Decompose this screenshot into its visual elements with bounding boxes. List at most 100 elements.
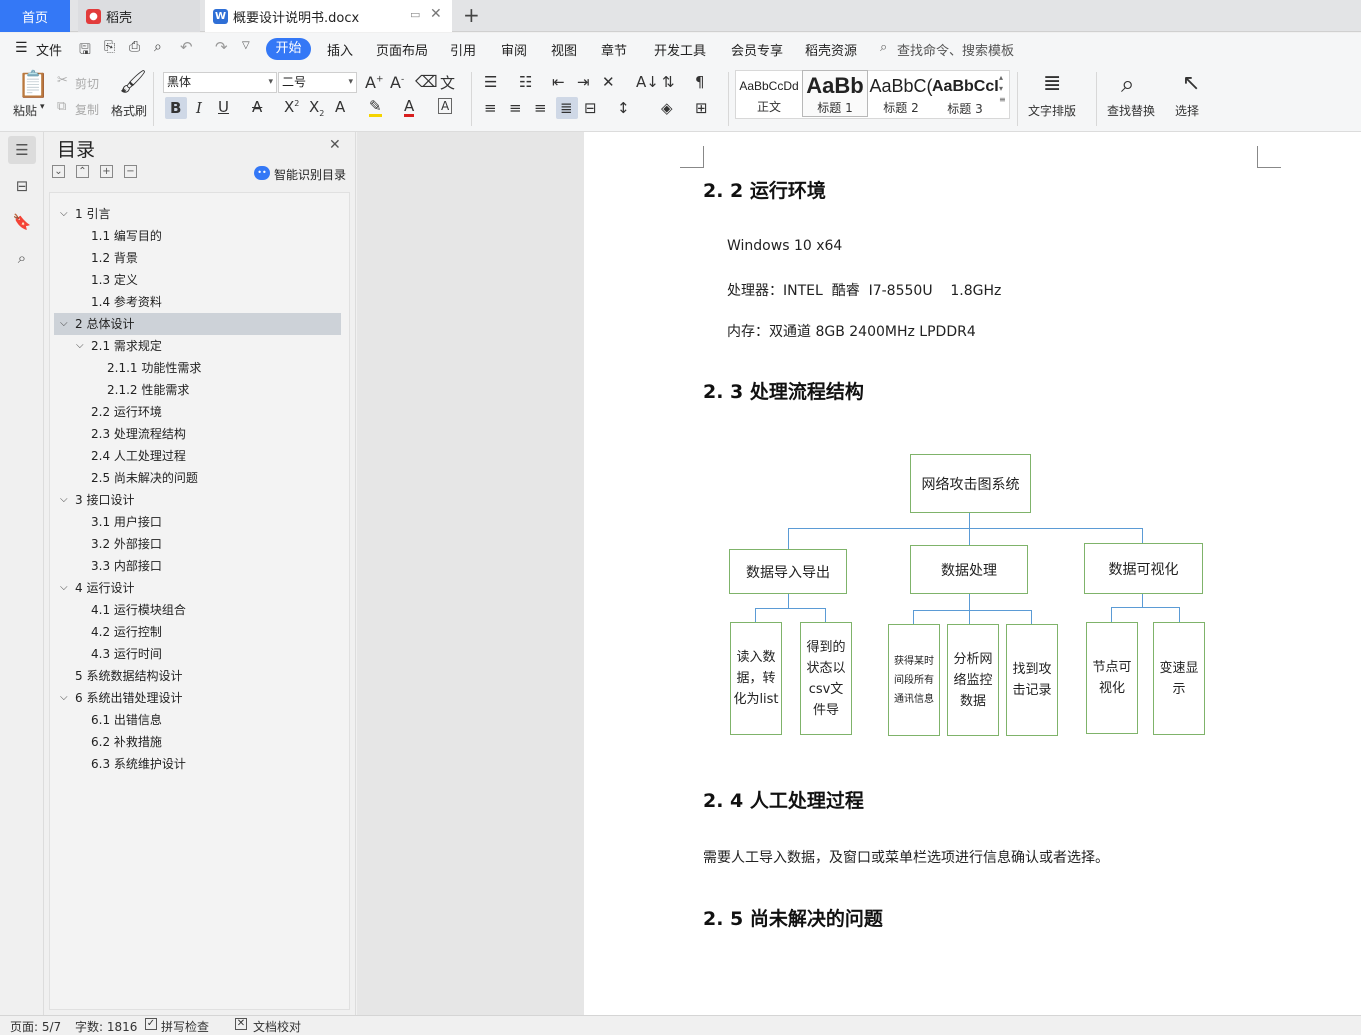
print-preview-icon[interactable]: ⌕	[154, 39, 162, 55]
chevron-down-icon[interactable]: ⌵	[60, 489, 68, 511]
superscript-icon[interactable]: X2	[284, 98, 299, 116]
print-icon[interactable]: ⎙	[129, 39, 140, 55]
style-heading-3[interactable]: AaBbCcI 标题 3	[932, 70, 998, 117]
smart-toc-button[interactable]: 智能识别目录	[274, 166, 346, 183]
style-heading-2[interactable]: AaBbC( 标题 2	[868, 70, 934, 117]
toc-item[interactable]: 2.3 处理流程结构	[54, 423, 341, 445]
toc-item[interactable]: 1.3 定义	[54, 269, 341, 291]
menu-start[interactable]: 开始	[266, 38, 311, 60]
bookmark-icon[interactable]: 🔖	[8, 208, 36, 236]
menu-references[interactable]: 引用	[450, 40, 476, 59]
shrink-font-icon[interactable]: A-	[390, 73, 404, 92]
italic-icon[interactable]: I	[196, 99, 202, 117]
toc-item[interactable]: 2.1.1 功能性需求	[54, 357, 341, 379]
toc-item[interactable]: ⌵ 4 运行设计	[54, 577, 341, 599]
toc-item[interactable]: 1.4 参考资料	[54, 291, 341, 313]
align-left-icon[interactable]: ≡	[484, 99, 497, 117]
toc-item[interactable]: 1.1 编写目的	[54, 225, 341, 247]
export-pdf-icon[interactable]: ⎘	[104, 39, 115, 55]
format-painter-icon[interactable]: 🖌	[119, 70, 147, 95]
align-right-icon[interactable]: ≡	[534, 99, 547, 117]
font-size-combo[interactable]: 二号 ▾	[278, 72, 357, 93]
menu-page-layout[interactable]: 页面布局	[376, 40, 428, 59]
tab-home[interactable]: 首页	[0, 0, 70, 32]
menu-member[interactable]: 会员专享	[731, 40, 783, 59]
toc-item[interactable]: 2.5 尚未解决的问题	[54, 467, 341, 489]
toc-item[interactable]: ⌵ 6 系统出错处理设计	[54, 687, 341, 709]
chevron-down-icon[interactable]: ⌵	[60, 313, 68, 335]
underline-icon[interactable]: U	[218, 98, 229, 116]
menu-file[interactable]: 文件	[36, 40, 62, 59]
toc-item[interactable]: 3.3 内部接口	[54, 555, 341, 577]
page-indicator[interactable]: 页面: 5/7	[10, 1018, 61, 1035]
subscript-icon[interactable]: X2	[309, 98, 324, 118]
toc-item[interactable]: 4.1 运行模块组合	[54, 599, 341, 621]
collapse-all-icon[interactable]: ⌃	[76, 165, 89, 178]
text-layout-button[interactable]: 文字排版	[1028, 102, 1076, 119]
tab-document[interactable]: W 概要设计说明书.docx ▭ ✕	[205, 0, 452, 32]
tab-docer[interactable]: ● 稻壳	[78, 0, 200, 32]
format-painter-button[interactable]: 格式刷	[111, 102, 147, 119]
toc-item[interactable]: ⌵ 1 引言	[54, 203, 341, 225]
menu-insert[interactable]: 插入	[327, 40, 353, 59]
numbering-icon[interactable]: ☷	[519, 73, 532, 91]
text-effect-icon[interactable]: A	[335, 98, 345, 116]
word-count[interactable]: 字数: 1816	[75, 1018, 137, 1035]
line-spacing-icon[interactable]: ↕	[617, 99, 630, 117]
redo-icon[interactable]: ↷	[215, 38, 228, 56]
toc-item[interactable]: 2.4 人工处理过程	[54, 445, 341, 467]
cut-button[interactable]: 剪切	[75, 75, 99, 92]
menu-docer-resources[interactable]: 稻壳资源	[805, 40, 857, 59]
styles-scroll-icon[interactable]: ▴ ▾ ≡	[999, 72, 1006, 105]
select-cursor-icon[interactable]: ↖	[1182, 71, 1200, 96]
grow-font-icon[interactable]: A+	[365, 73, 384, 92]
highlight-icon[interactable]: ✎	[369, 98, 382, 117]
menu-review[interactable]: 审阅	[501, 40, 527, 59]
decrease-indent-icon[interactable]: ⇤	[552, 73, 565, 91]
style-heading-1[interactable]: AaBb 标题 1	[802, 70, 868, 117]
chevron-down-icon[interactable]: ⌵	[60, 687, 68, 709]
toc-item[interactable]: 2.1.2 性能需求	[54, 379, 341, 401]
toc-item[interactable]: 4.3 运行时间	[54, 643, 341, 665]
bullets-icon[interactable]: ☰	[484, 73, 497, 91]
text-direction-icon[interactable]: A↓	[636, 73, 659, 91]
chevron-down-icon[interactable]: ⌵	[76, 335, 84, 357]
new-tab-button[interactable]: +	[463, 3, 480, 27]
find-replace-icon[interactable]: ⌕	[1121, 70, 1134, 98]
shading-icon[interactable]: ◈	[661, 99, 673, 117]
show-marks-icon[interactable]: ¶	[695, 73, 705, 91]
paste-icon[interactable]: 📋	[17, 70, 49, 100]
spell-check-button[interactable]: 拼写检查	[161, 1018, 209, 1035]
toc-item[interactable]: ⌵ 3 接口设计	[54, 489, 341, 511]
find-replace-button[interactable]: 查找替换	[1107, 102, 1155, 119]
toc-item[interactable]: 1.2 背景	[54, 247, 341, 269]
chapter-nav-icon[interactable]: ⊟	[8, 172, 36, 200]
toc-item[interactable]: ⌵ 2 总体设计	[54, 313, 341, 335]
menu-developer[interactable]: 开发工具	[654, 40, 706, 59]
hamburger-icon[interactable]: ☰	[15, 40, 28, 56]
close-pane-icon[interactable]: ✕	[329, 137, 341, 153]
toc-item[interactable]: 5 系统数据结构设计	[54, 665, 341, 687]
expand-all-icon[interactable]: ⌄	[52, 165, 65, 178]
justify-icon[interactable]: ≣	[560, 99, 573, 117]
strikethrough-icon[interactable]: A	[252, 98, 262, 116]
toc-item[interactable]: ⌵ 2.1 需求规定	[54, 335, 341, 357]
phonetic-guide-icon[interactable]: 文	[440, 72, 455, 93]
quick-access-dropdown-icon[interactable]: ▽	[242, 40, 250, 51]
paste-button[interactable]: 粘贴	[13, 102, 37, 119]
search-icon[interactable]: ⌕	[8, 244, 36, 272]
toc-item[interactable]: 4.2 运行控制	[54, 621, 341, 643]
toc-item[interactable]: 6.2 补救措施	[54, 731, 341, 753]
menu-chapter[interactable]: 章节	[601, 40, 627, 59]
increase-indent-icon[interactable]: ⇥	[577, 73, 590, 91]
font-color-icon[interactable]: A	[404, 98, 415, 117]
distributed-icon[interactable]: ⊟	[584, 99, 597, 117]
proofread-button[interactable]: 文档校对	[253, 1018, 301, 1035]
toc-item[interactable]: 6.1 出错信息	[54, 709, 341, 731]
select-button[interactable]: 选择	[1175, 102, 1199, 119]
close-tab-icon[interactable]: ✕	[430, 6, 442, 22]
chevron-down-icon[interactable]: ⌵	[60, 577, 68, 599]
sort-icon[interactable]: ⇅	[662, 73, 675, 91]
chinese-layout-icon[interactable]: ✕	[602, 73, 615, 91]
copy-button[interactable]: 复制	[75, 101, 99, 118]
